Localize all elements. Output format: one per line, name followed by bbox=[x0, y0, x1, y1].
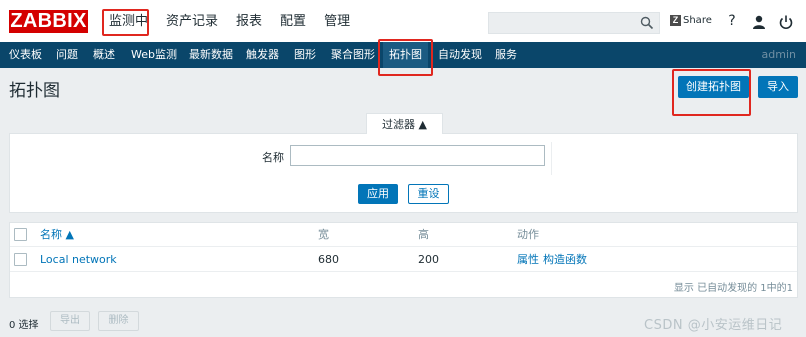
csdn-watermark: CSDN @小安运维日记 bbox=[644, 318, 783, 333]
submenu-discovery[interactable]: 自动发现 bbox=[438, 42, 482, 68]
filter-name-input[interactable] bbox=[290, 145, 545, 166]
filter-tab[interactable]: 过滤器 ▲ bbox=[366, 113, 443, 134]
menu-administration[interactable]: 管理 bbox=[315, 9, 359, 35]
user-profile-icon[interactable] bbox=[751, 13, 767, 31]
import-button[interactable]: 导入 bbox=[758, 76, 798, 98]
share-link[interactable]: Z Share bbox=[670, 15, 712, 26]
zabbix-logo[interactable]: ZABBIX bbox=[9, 10, 88, 33]
select-all-checkbox[interactable] bbox=[14, 228, 27, 241]
menu-configuration[interactable]: 配置 bbox=[271, 9, 315, 35]
current-user[interactable]: admin bbox=[762, 42, 796, 68]
submenu-triggers[interactable]: 触发器 bbox=[246, 42, 279, 68]
map-properties-link[interactable]: 属性 bbox=[517, 248, 539, 272]
map-width: 680 bbox=[318, 253, 339, 266]
maps-table: 名称 ▲ 宽 高 动作 Local network 680 200 属性 构造函… bbox=[9, 222, 798, 298]
submenu-graphs[interactable]: 图形 bbox=[294, 42, 316, 68]
submenu-dashboard[interactable]: 仪表板 bbox=[9, 42, 42, 68]
submenu-services[interactable]: 服务 bbox=[495, 42, 517, 68]
row-checkbox[interactable] bbox=[14, 253, 27, 266]
apply-button[interactable]: 应用 bbox=[358, 184, 398, 204]
export-button[interactable]: 导出 bbox=[50, 311, 90, 331]
reset-button[interactable]: 重设 bbox=[408, 184, 449, 204]
submenu-problems[interactable]: 问题 bbox=[56, 42, 78, 68]
menu-monitoring[interactable]: 监测中 bbox=[100, 9, 157, 35]
delete-button[interactable]: 删除 bbox=[98, 311, 139, 331]
submenu-latest-data[interactable]: 最新数据 bbox=[189, 42, 233, 68]
zabbix-share-icon: Z bbox=[670, 15, 681, 26]
create-map-button[interactable]: 创建拓扑图 bbox=[678, 76, 749, 98]
selected-count: 0 选择 bbox=[9, 320, 39, 331]
map-name-link[interactable]: Local network bbox=[40, 248, 117, 272]
help-icon[interactable]: ? bbox=[724, 12, 740, 30]
submenu-web[interactable]: Web监测 bbox=[131, 42, 177, 68]
top-header: ZABBIX 监测中 资产记录 报表 配置 管理 Z Share ? bbox=[0, 0, 806, 42]
share-label: Share bbox=[683, 15, 712, 26]
submenu-maps[interactable]: 拓扑图 bbox=[383, 42, 428, 68]
filter-name-label: 名称 bbox=[262, 151, 284, 164]
column-width: 宽 bbox=[318, 228, 329, 241]
map-height: 200 bbox=[418, 253, 439, 266]
sign-out-icon[interactable] bbox=[778, 13, 794, 31]
submenu-screens[interactable]: 聚合图形 bbox=[331, 42, 375, 68]
menu-inventory[interactable]: 资产记录 bbox=[157, 9, 227, 35]
page-title: 拓扑图 bbox=[9, 81, 60, 101]
table-row: Local network 680 200 属性 构造函数 bbox=[10, 248, 797, 272]
submenu-overview[interactable]: 概述 bbox=[93, 42, 115, 68]
menu-reports[interactable]: 报表 bbox=[227, 9, 271, 35]
global-search[interactable] bbox=[488, 12, 660, 34]
column-name-sort[interactable]: 名称 ▲ bbox=[40, 223, 74, 247]
table-stats: 显示 已自动发现的 1中的1 bbox=[673, 283, 793, 294]
main-menu: 监测中 资产记录 报表 配置 管理 bbox=[100, 9, 359, 35]
search-icon[interactable] bbox=[640, 16, 654, 30]
sub-menu: 仪表板 问题 概述 Web监测 最新数据 触发器 图形 聚合图形 拓扑图 自动发… bbox=[0, 42, 806, 68]
map-constructor-link[interactable]: 构造函数 bbox=[543, 248, 587, 272]
column-height: 高 bbox=[418, 228, 429, 241]
column-actions: 动作 bbox=[517, 228, 539, 241]
table-header-row: 名称 ▲ 宽 高 动作 bbox=[10, 223, 797, 247]
